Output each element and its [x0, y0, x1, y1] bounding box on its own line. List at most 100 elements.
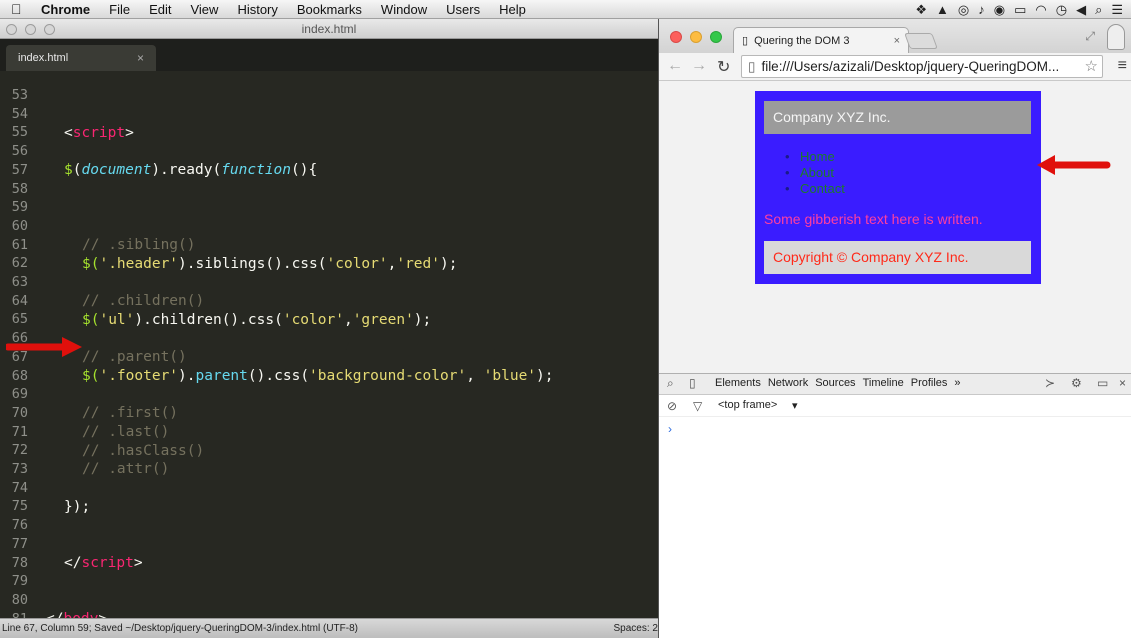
menu-app-chrome[interactable]: Chrome	[41, 2, 90, 17]
drive-icon[interactable]: ▲	[936, 2, 949, 17]
list-icon[interactable]: ☰	[1111, 2, 1123, 18]
gibberish-paragraph: Some gibberish text here is written.	[764, 211, 983, 227]
code-line: </script>	[64, 555, 143, 571]
creative-cloud-icon[interactable]: ◎	[958, 2, 969, 18]
line-number: 74	[0, 479, 658, 498]
record-icon[interactable]: ◉	[994, 2, 1005, 18]
red-arrow-annotation-icon	[6, 337, 82, 357]
devtools-tabs: Elements Network Sources Timeline Profil…	[715, 377, 961, 389]
page-icon: ▯	[748, 58, 756, 74]
console-toolbar: ⊘ ▽ <top frame> ▾	[659, 395, 1131, 417]
notification-icon[interactable]: ♪	[978, 2, 985, 17]
menu-view[interactable]: View	[190, 2, 218, 17]
line-number: 58	[0, 180, 658, 199]
chevron-down-icon[interactable]: ▾	[792, 399, 798, 412]
search-icon[interactable]: ⌕	[1095, 2, 1102, 18]
url-text: file:///Users/azizali/Desktop/jquery-Que…	[761, 59, 1060, 74]
battery-icon[interactable]: ▭	[1014, 2, 1026, 18]
line-number: 53	[0, 86, 658, 105]
nav-link-about[interactable]: About	[785, 165, 845, 181]
apple-menu-icon[interactable]: 	[11, 1, 31, 17]
chrome-browser-window: ▯ Quering the DOM 3 × ⤢ ← → ↻ ▯ file:///…	[658, 19, 1131, 638]
close-icon[interactable]: ×	[1119, 376, 1126, 390]
forward-button[interactable]: →	[691, 57, 707, 75]
editor-tab-index-html[interactable]: index.html ×	[6, 45, 156, 71]
device-mode-icon[interactable]: ▯	[689, 376, 696, 390]
menu-history[interactable]: History	[237, 2, 277, 17]
bookmark-star-icon[interactable]: ☆	[1085, 57, 1098, 75]
line-number: 60	[0, 217, 658, 236]
devtools-tab-bar: ⌕ ▯ Elements Network Sources Timeline Pr…	[659, 374, 1131, 395]
new-tab-button[interactable]	[904, 33, 938, 49]
tab-profiles[interactable]: Profiles	[911, 377, 948, 389]
fullscreen-icon[interactable]: ⤢	[1085, 29, 1095, 44]
volume-icon[interactable]: ◀	[1076, 2, 1086, 18]
page-viewport: Company XYZ Inc. Home About Contact Some…	[659, 81, 1131, 373]
dropbox-icon[interactable]: ❖	[915, 2, 927, 18]
back-button[interactable]: ←	[667, 57, 683, 75]
close-tab-icon[interactable]: ×	[894, 35, 900, 47]
zoom-window-button[interactable]	[710, 31, 722, 43]
code-line: $(document).ready(function(){	[64, 162, 318, 178]
line-number-text: 60	[11, 217, 28, 234]
more-tabs-button[interactable]: »	[954, 377, 960, 389]
reload-button[interactable]: ↻	[717, 57, 730, 77]
menu-users[interactable]: Users	[446, 2, 480, 17]
page-icon: ▯	[742, 35, 749, 47]
red-arrow-annotation-icon	[1037, 155, 1111, 175]
indentation-status[interactable]: Spaces: 2	[614, 619, 658, 638]
tab-sources[interactable]: Sources	[815, 377, 855, 389]
inspect-search-icon[interactable]: ⌕	[667, 376, 674, 391]
line-number-text: 63	[11, 274, 28, 290]
filter-icon[interactable]: ▽	[693, 399, 702, 413]
line-number-text: 80	[11, 591, 28, 608]
console-prompt[interactable]: ›	[668, 422, 672, 436]
minimize-window-button[interactable]	[25, 24, 36, 35]
nav-link-home[interactable]: Home	[785, 149, 845, 165]
mac-menubar:  Chrome File Edit View History Bookmark…	[0, 0, 1131, 19]
tab-timeline[interactable]: Timeline	[863, 377, 904, 389]
line-number-text: 58	[11, 180, 28, 197]
profile-avatar[interactable]	[1107, 24, 1125, 50]
chrome-menu-button[interactable]: ≡	[1118, 57, 1127, 75]
editor-tab-label: index.html	[18, 52, 69, 64]
tab-network[interactable]: Network	[768, 377, 808, 389]
browser-window-controls	[670, 31, 722, 43]
menu-edit[interactable]: Edit	[149, 2, 171, 17]
browser-tab[interactable]: ▯ Quering the DOM 3 ×	[733, 27, 909, 53]
menu-help[interactable]: Help	[499, 2, 526, 17]
code-line: // .last()	[82, 424, 170, 440]
line-number: 54	[0, 105, 658, 124]
tab-elements[interactable]: Elements	[715, 377, 761, 389]
frame-selector[interactable]: <top frame>	[718, 399, 777, 411]
dock-icon[interactable]: ▭	[1097, 376, 1108, 390]
menu-file[interactable]: File	[109, 2, 130, 17]
page-header: Company XYZ Inc.	[764, 101, 1031, 134]
menu-bookmarks[interactable]: Bookmarks	[297, 2, 362, 17]
line-number-text: 53	[11, 87, 28, 103]
line-number-text: 74	[11, 479, 28, 496]
code-line: });	[64, 499, 91, 515]
clear-console-icon[interactable]: ⊘	[667, 399, 677, 413]
close-window-button[interactable]	[6, 24, 17, 35]
browser-tab-title: Quering the DOM 3	[754, 34, 850, 47]
browser-tab-strip: ▯ Quering the DOM 3 × ⤢	[659, 19, 1131, 53]
line-number: 69	[0, 385, 658, 404]
line-number: 76	[0, 516, 658, 535]
console-drawer-icon[interactable]: ≻	[1045, 376, 1055, 390]
nav-list: Home About Contact	[785, 149, 845, 197]
menu-window[interactable]: Window	[381, 2, 427, 17]
code-token: script	[72, 125, 126, 141]
zoom-window-button[interactable]	[44, 24, 55, 35]
gear-icon[interactable]: ⚙	[1071, 376, 1082, 390]
close-tab-icon[interactable]: ×	[137, 51, 144, 65]
address-bar[interactable]: ▯ file:///Users/azizali/Desktop/jquery-Q…	[741, 55, 1103, 78]
nav-link-contact[interactable]: Contact	[785, 181, 845, 197]
clock-icon[interactable]: ◷	[1056, 2, 1067, 18]
page-footer: Copyright © Company XYZ Inc.	[764, 241, 1031, 274]
code-line: $('.header').siblings().css('color','red…	[82, 256, 458, 272]
window-controls	[6, 24, 55, 35]
wifi-icon[interactable]: ◠	[1035, 2, 1046, 18]
minimize-window-button[interactable]	[690, 31, 702, 43]
close-window-button[interactable]	[670, 31, 682, 43]
